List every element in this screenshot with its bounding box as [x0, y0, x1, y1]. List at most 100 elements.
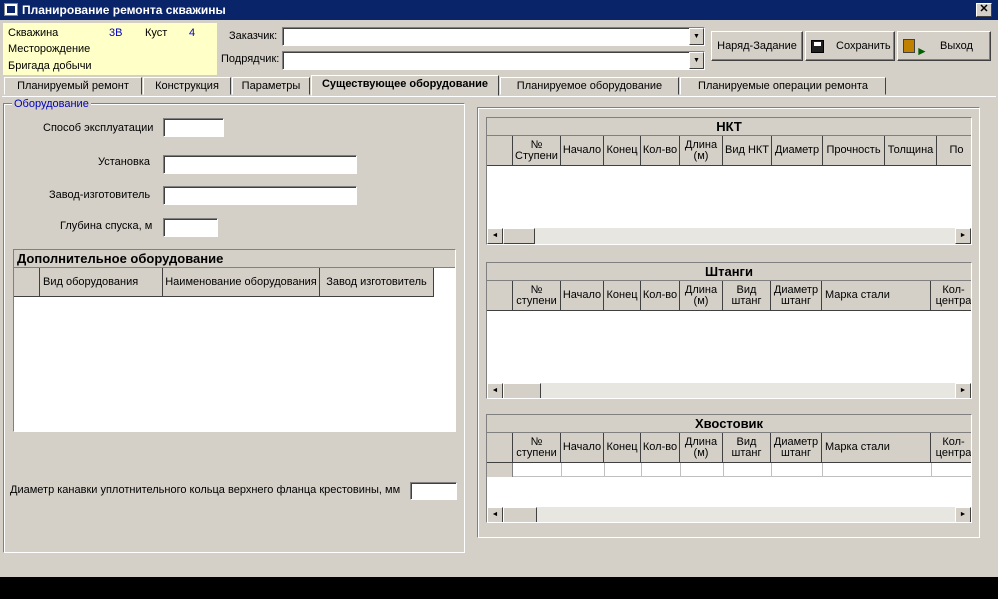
nkt-title: НКТ	[487, 118, 971, 136]
row-indicator-header	[14, 268, 40, 297]
column-header[interactable]: Кол- центра	[931, 433, 971, 463]
cell-divider	[822, 463, 823, 477]
depth-field[interactable]	[163, 218, 218, 237]
method-field[interactable]	[163, 118, 224, 137]
column-header[interactable]: Кол-во	[641, 433, 680, 463]
tab-planned-operations[interactable]: Планируемые операции ремонта	[680, 77, 886, 95]
row-indicator	[487, 463, 513, 477]
status-bar	[0, 577, 998, 599]
nkt-scrollbar[interactable]: ◄ ►	[487, 228, 971, 244]
tab-parameters[interactable]: Параметры	[232, 77, 310, 95]
cell-divider	[604, 463, 605, 477]
column-header[interactable]: Вид оборудования	[40, 268, 163, 297]
cell-divider	[561, 463, 562, 477]
column-header[interactable]: № ступени	[513, 433, 561, 463]
scroll-left-icon[interactable]: ◄	[487, 228, 503, 244]
save-button[interactable]: Сохранить	[805, 31, 895, 61]
tab-panel-border	[2, 96, 996, 97]
exit-button[interactable]: ► Выход	[897, 31, 991, 61]
column-header[interactable]: Начало	[561, 433, 604, 463]
installation-field[interactable]	[163, 155, 357, 174]
column-header[interactable]: Толщина	[885, 136, 937, 166]
save-label: Сохранить	[836, 40, 891, 52]
exit-arrow-icon: ►	[916, 44, 928, 58]
contractor-combo[interactable]: ▼	[282, 51, 705, 70]
chevron-down-icon[interactable]: ▼	[689, 28, 704, 45]
row-indicator-header	[487, 281, 513, 311]
column-header[interactable]: Длина (м)	[680, 433, 723, 463]
row-indicator-header	[487, 433, 513, 463]
scroll-left-icon[interactable]: ◄	[487, 383, 503, 398]
tail-grid: Хвостовик № ступени Начало Конец Кол-во …	[486, 414, 972, 523]
table-row[interactable]	[487, 463, 971, 477]
column-header[interactable]: Длина (м)	[680, 136, 723, 166]
column-header[interactable]: Начало	[561, 136, 604, 166]
column-header[interactable]: Марка стали	[822, 281, 931, 311]
tail-title: Хвостовик	[487, 415, 971, 433]
column-header[interactable]: Длина (м)	[680, 281, 723, 311]
column-header[interactable]: Вид штанг	[723, 433, 771, 463]
cell-divider	[723, 463, 724, 477]
customer-combo[interactable]: ▼	[282, 27, 705, 46]
tab-planned-repair[interactable]: Планируемый ремонт	[4, 77, 142, 95]
column-header[interactable]: Конец	[604, 433, 641, 463]
equipment-group-label: Оборудование	[12, 98, 91, 110]
column-header[interactable]: Кол-во	[641, 136, 680, 166]
column-header[interactable]: Наименование оборудования	[163, 268, 320, 297]
flange-label: Диаметр канавки уплотнительного кольца в…	[10, 484, 401, 496]
close-button[interactable]: ✕	[976, 3, 992, 17]
column-header[interactable]: Кол- центра	[931, 281, 971, 311]
depth-label: Глубина спуска, м	[60, 220, 153, 232]
row-indicator-header	[487, 136, 513, 166]
exit-label: Выход	[940, 40, 973, 52]
cluster-value: 4	[189, 27, 196, 39]
tail-scrollbar[interactable]: ◄ ►	[487, 507, 971, 522]
scroll-thumb[interactable]	[503, 507, 537, 522]
main-window: Планирование ремонта скважины ✕ Скважина…	[0, 0, 998, 577]
column-header[interactable]: Диаметр штанг	[771, 433, 822, 463]
contractor-label: Подрядчик:	[221, 53, 280, 65]
scroll-right-icon[interactable]: ►	[955, 507, 971, 522]
exit-door-icon	[903, 39, 915, 53]
column-header[interactable]: № Ступени	[513, 136, 561, 166]
manufacturer-label: Завод-изготовитель	[49, 189, 151, 201]
title-bar: Планирование ремонта скважины ✕	[0, 0, 998, 20]
column-header[interactable]: Прочность	[823, 136, 885, 166]
app-icon	[4, 3, 18, 16]
column-header[interactable]: Кол-во	[641, 281, 680, 311]
column-header[interactable]: Марка стали	[822, 433, 931, 463]
nkt-grid: НКТ № Ступени Начало Конец Кол-во Длина …	[486, 117, 972, 245]
column-header[interactable]: По	[937, 136, 971, 166]
cell-divider	[641, 463, 642, 477]
scroll-thumb[interactable]	[503, 383, 541, 398]
column-header[interactable]: Вид штанг	[723, 281, 771, 311]
brigade-label: Бригада добычи	[8, 60, 92, 72]
column-header[interactable]: Конец	[604, 281, 641, 311]
scroll-right-icon[interactable]: ►	[955, 383, 971, 398]
cell-divider	[680, 463, 681, 477]
cluster-label: Куст	[145, 27, 168, 39]
method-label: Способ эксплуатации	[43, 122, 154, 134]
column-header[interactable]: Конец	[604, 136, 641, 166]
well-value: 3В	[109, 27, 123, 39]
customer-label: Заказчик:	[229, 30, 278, 42]
manufacturer-field[interactable]	[163, 186, 357, 205]
scroll-thumb[interactable]	[503, 228, 535, 244]
column-header[interactable]: № ступени	[513, 281, 561, 311]
tab-existing-equipment[interactable]: Существующее оборудование	[311, 75, 499, 96]
tab-planned-equipment[interactable]: Планируемое оборудование	[500, 77, 679, 95]
column-header[interactable]: Завод изготовитель	[320, 268, 434, 297]
rods-scrollbar[interactable]: ◄ ►	[487, 383, 971, 398]
work-order-button[interactable]: Наряд-Задание	[711, 31, 803, 61]
scroll-right-icon[interactable]: ►	[955, 228, 971, 244]
column-header[interactable]: Диаметр штанг	[771, 281, 822, 311]
column-header[interactable]: Диаметр	[772, 136, 823, 166]
flange-field[interactable]	[410, 482, 457, 500]
well-label: Скважина	[8, 27, 59, 39]
scroll-left-icon[interactable]: ◄	[487, 507, 503, 522]
chevron-down-icon[interactable]: ▼	[689, 52, 704, 69]
column-header[interactable]: Вид НКТ	[723, 136, 772, 166]
column-header[interactable]: Начало	[561, 281, 604, 311]
tab-construction[interactable]: Конструкция	[143, 77, 231, 95]
rods-title: Штанги	[487, 263, 971, 281]
